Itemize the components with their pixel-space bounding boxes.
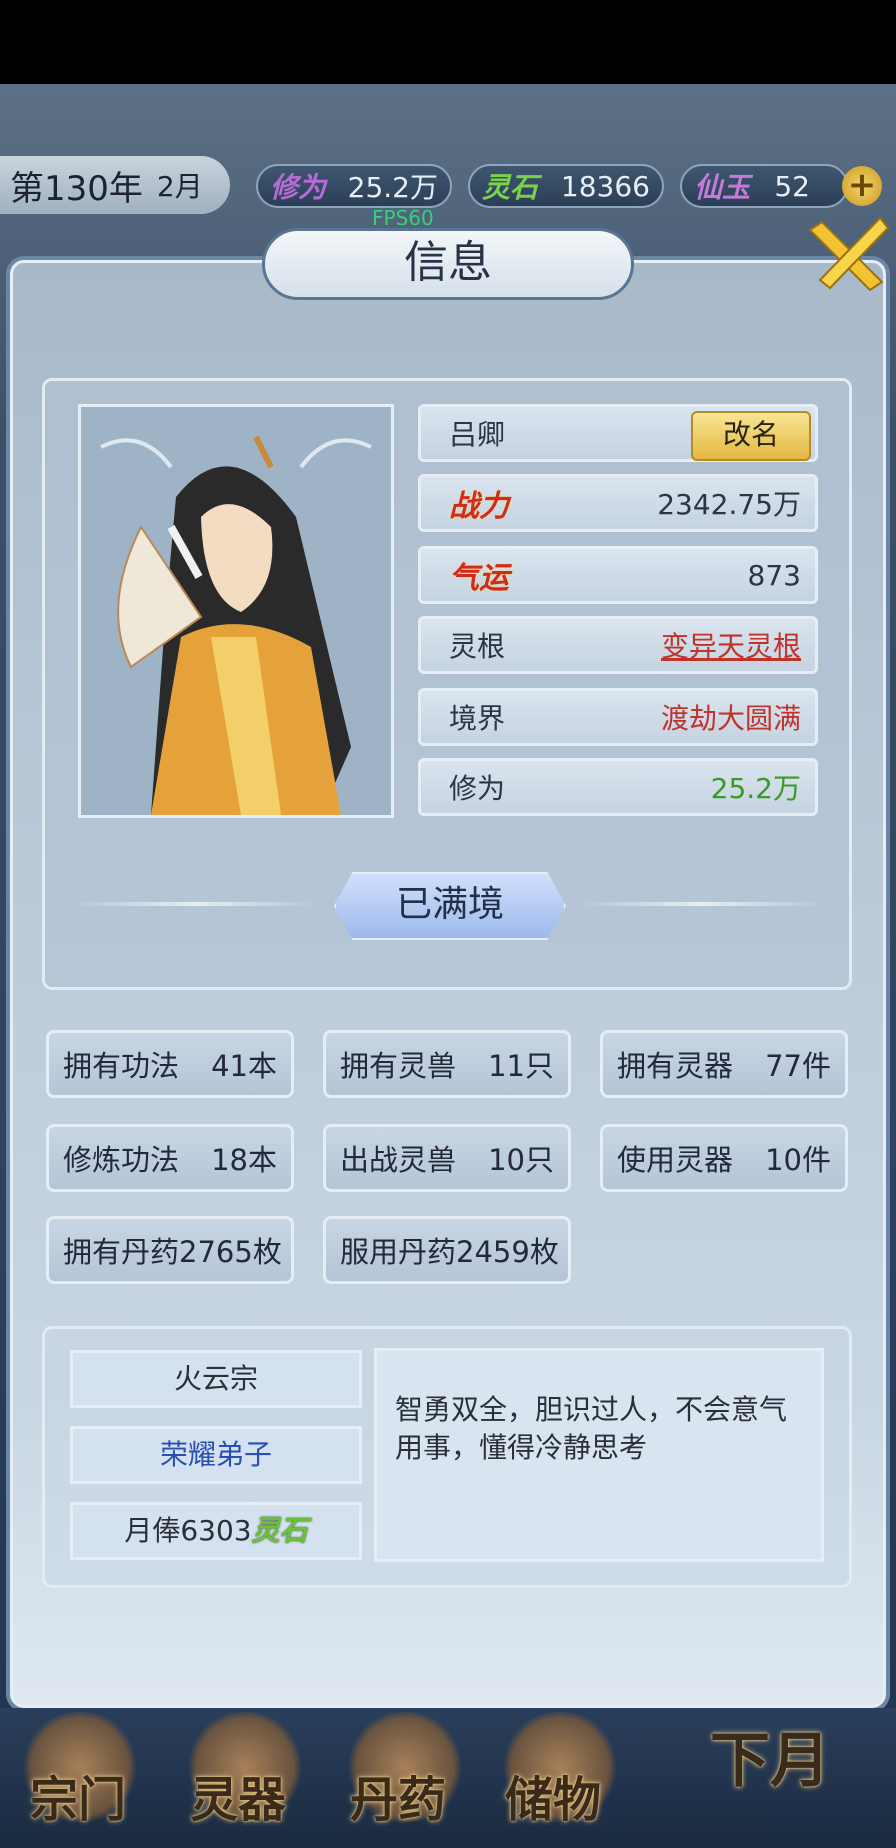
luck-value: 873 [747, 558, 801, 592]
stat-label: 拥有功法 [63, 1049, 180, 1083]
combat-power-row: 战力 2342.75万 [418, 474, 818, 532]
stat-label: 出战灵兽 [340, 1143, 457, 1177]
stat-owned-artifacts[interactable]: 拥有灵器 77件 [600, 1030, 848, 1098]
realm-row: 境界 渡劫大圆满 [418, 688, 818, 746]
nav-artifact-button[interactable]: 灵器 [190, 1760, 286, 1830]
salary-text: 月俸6303 [124, 1514, 252, 1547]
realm-label: 境界 [449, 702, 506, 735]
spirit-stone-unit: 灵石 [251, 1514, 308, 1547]
luck-label: 气运 [449, 561, 509, 596]
next-month-button[interactable]: 下月 [710, 1712, 830, 1799]
cultivation-value: 25.2万 [710, 772, 801, 805]
stat-value: 41本 [211, 1049, 277, 1083]
character-name-row: 吕卿 改名 [418, 404, 818, 462]
stat-deployed-beasts[interactable]: 出战灵兽 10只 [323, 1124, 571, 1192]
stat-owned-techniques[interactable]: 拥有功法 41本 [46, 1030, 294, 1098]
cultivation-row: 修为 25.2万 [418, 758, 818, 816]
realm-status-badge: 已满境 [334, 872, 566, 940]
stat-value: 2459枚 [456, 1235, 559, 1269]
year-label: 第130年 [10, 168, 143, 209]
character-portrait-image [81, 407, 391, 815]
stat-label: 修炼功法 [63, 1143, 180, 1177]
stat-label: 使用灵器 [617, 1143, 734, 1177]
date-display: 第130年 2月 [0, 156, 230, 214]
luck-row: 气运 873 [418, 546, 818, 604]
sect-rank: 荣耀弟子 [70, 1426, 362, 1484]
stat-consumed-pills[interactable]: 服用丹药 2459枚 [323, 1216, 571, 1284]
resource-label: 灵石 [482, 171, 539, 204]
close-icon[interactable] [800, 210, 890, 300]
nav-pill-button[interactable]: 丹药 [350, 1760, 446, 1830]
cultivation-label: 修为 [449, 772, 506, 805]
spirit-root-row: 灵根 变异天灵根 [418, 616, 818, 674]
stat-label: 服用丹药 [340, 1235, 457, 1269]
add-jade-plus-icon[interactable]: + [842, 166, 882, 206]
resource-jade: 仙玉 52 [680, 164, 848, 208]
stat-owned-beasts[interactable]: 拥有灵兽 11只 [323, 1030, 571, 1098]
stat-value: 18本 [211, 1143, 277, 1177]
resource-cultivation: 修为 25.2万 [256, 164, 452, 208]
stat-used-artifacts[interactable]: 使用灵器 10件 [600, 1124, 848, 1192]
nav-sect-button[interactable]: 宗门 [30, 1760, 126, 1830]
dialog-title: 信息 [262, 228, 634, 300]
stat-value: 10只 [488, 1143, 554, 1177]
stat-value: 10件 [765, 1143, 831, 1177]
stat-value: 11只 [488, 1049, 554, 1083]
sect-salary: 月俸6303灵石 [70, 1502, 362, 1560]
resource-label: 仙玉 [694, 171, 751, 204]
realm-value: 渡劫大圆满 [660, 702, 801, 735]
resource-spirit-stone: 灵石 18366 [468, 164, 664, 208]
spirit-root-value-link[interactable]: 变异天灵根 [661, 625, 801, 665]
stat-label: 拥有丹药 [63, 1235, 180, 1269]
spirit-root-label: 灵根 [449, 630, 506, 663]
character-description: 智勇双全，胆识过人，不会意气用事，懂得冷静思考 [374, 1348, 824, 1562]
nav-storage-button[interactable]: 储物 [505, 1760, 601, 1830]
combat-power-label: 战力 [449, 489, 509, 524]
divider-right [576, 902, 826, 906]
resource-value: 52 [774, 169, 810, 203]
resource-value: 18366 [560, 169, 650, 203]
stat-practiced-techniques[interactable]: 修炼功法 18本 [46, 1124, 294, 1192]
resource-value: 25.2万 [347, 171, 438, 204]
stat-label: 拥有灵器 [617, 1049, 734, 1083]
rename-button[interactable]: 改名 [691, 411, 811, 461]
combat-power-value: 2342.75万 [657, 488, 801, 521]
stat-label: 拥有灵兽 [340, 1049, 457, 1083]
stat-value: 2765枚 [179, 1235, 282, 1269]
character-portrait [78, 404, 394, 818]
resource-label: 修为 [270, 171, 327, 204]
fps-counter: FPS60 [372, 206, 434, 230]
month-label: 2月 [156, 170, 203, 203]
sect-name: 火云宗 [70, 1350, 362, 1408]
character-name: 吕卿 [449, 418, 506, 451]
stat-value: 77件 [765, 1049, 831, 1083]
stat-owned-pills[interactable]: 拥有丹药 2765枚 [46, 1216, 294, 1284]
divider-left [70, 902, 320, 906]
status-bar [0, 0, 896, 84]
